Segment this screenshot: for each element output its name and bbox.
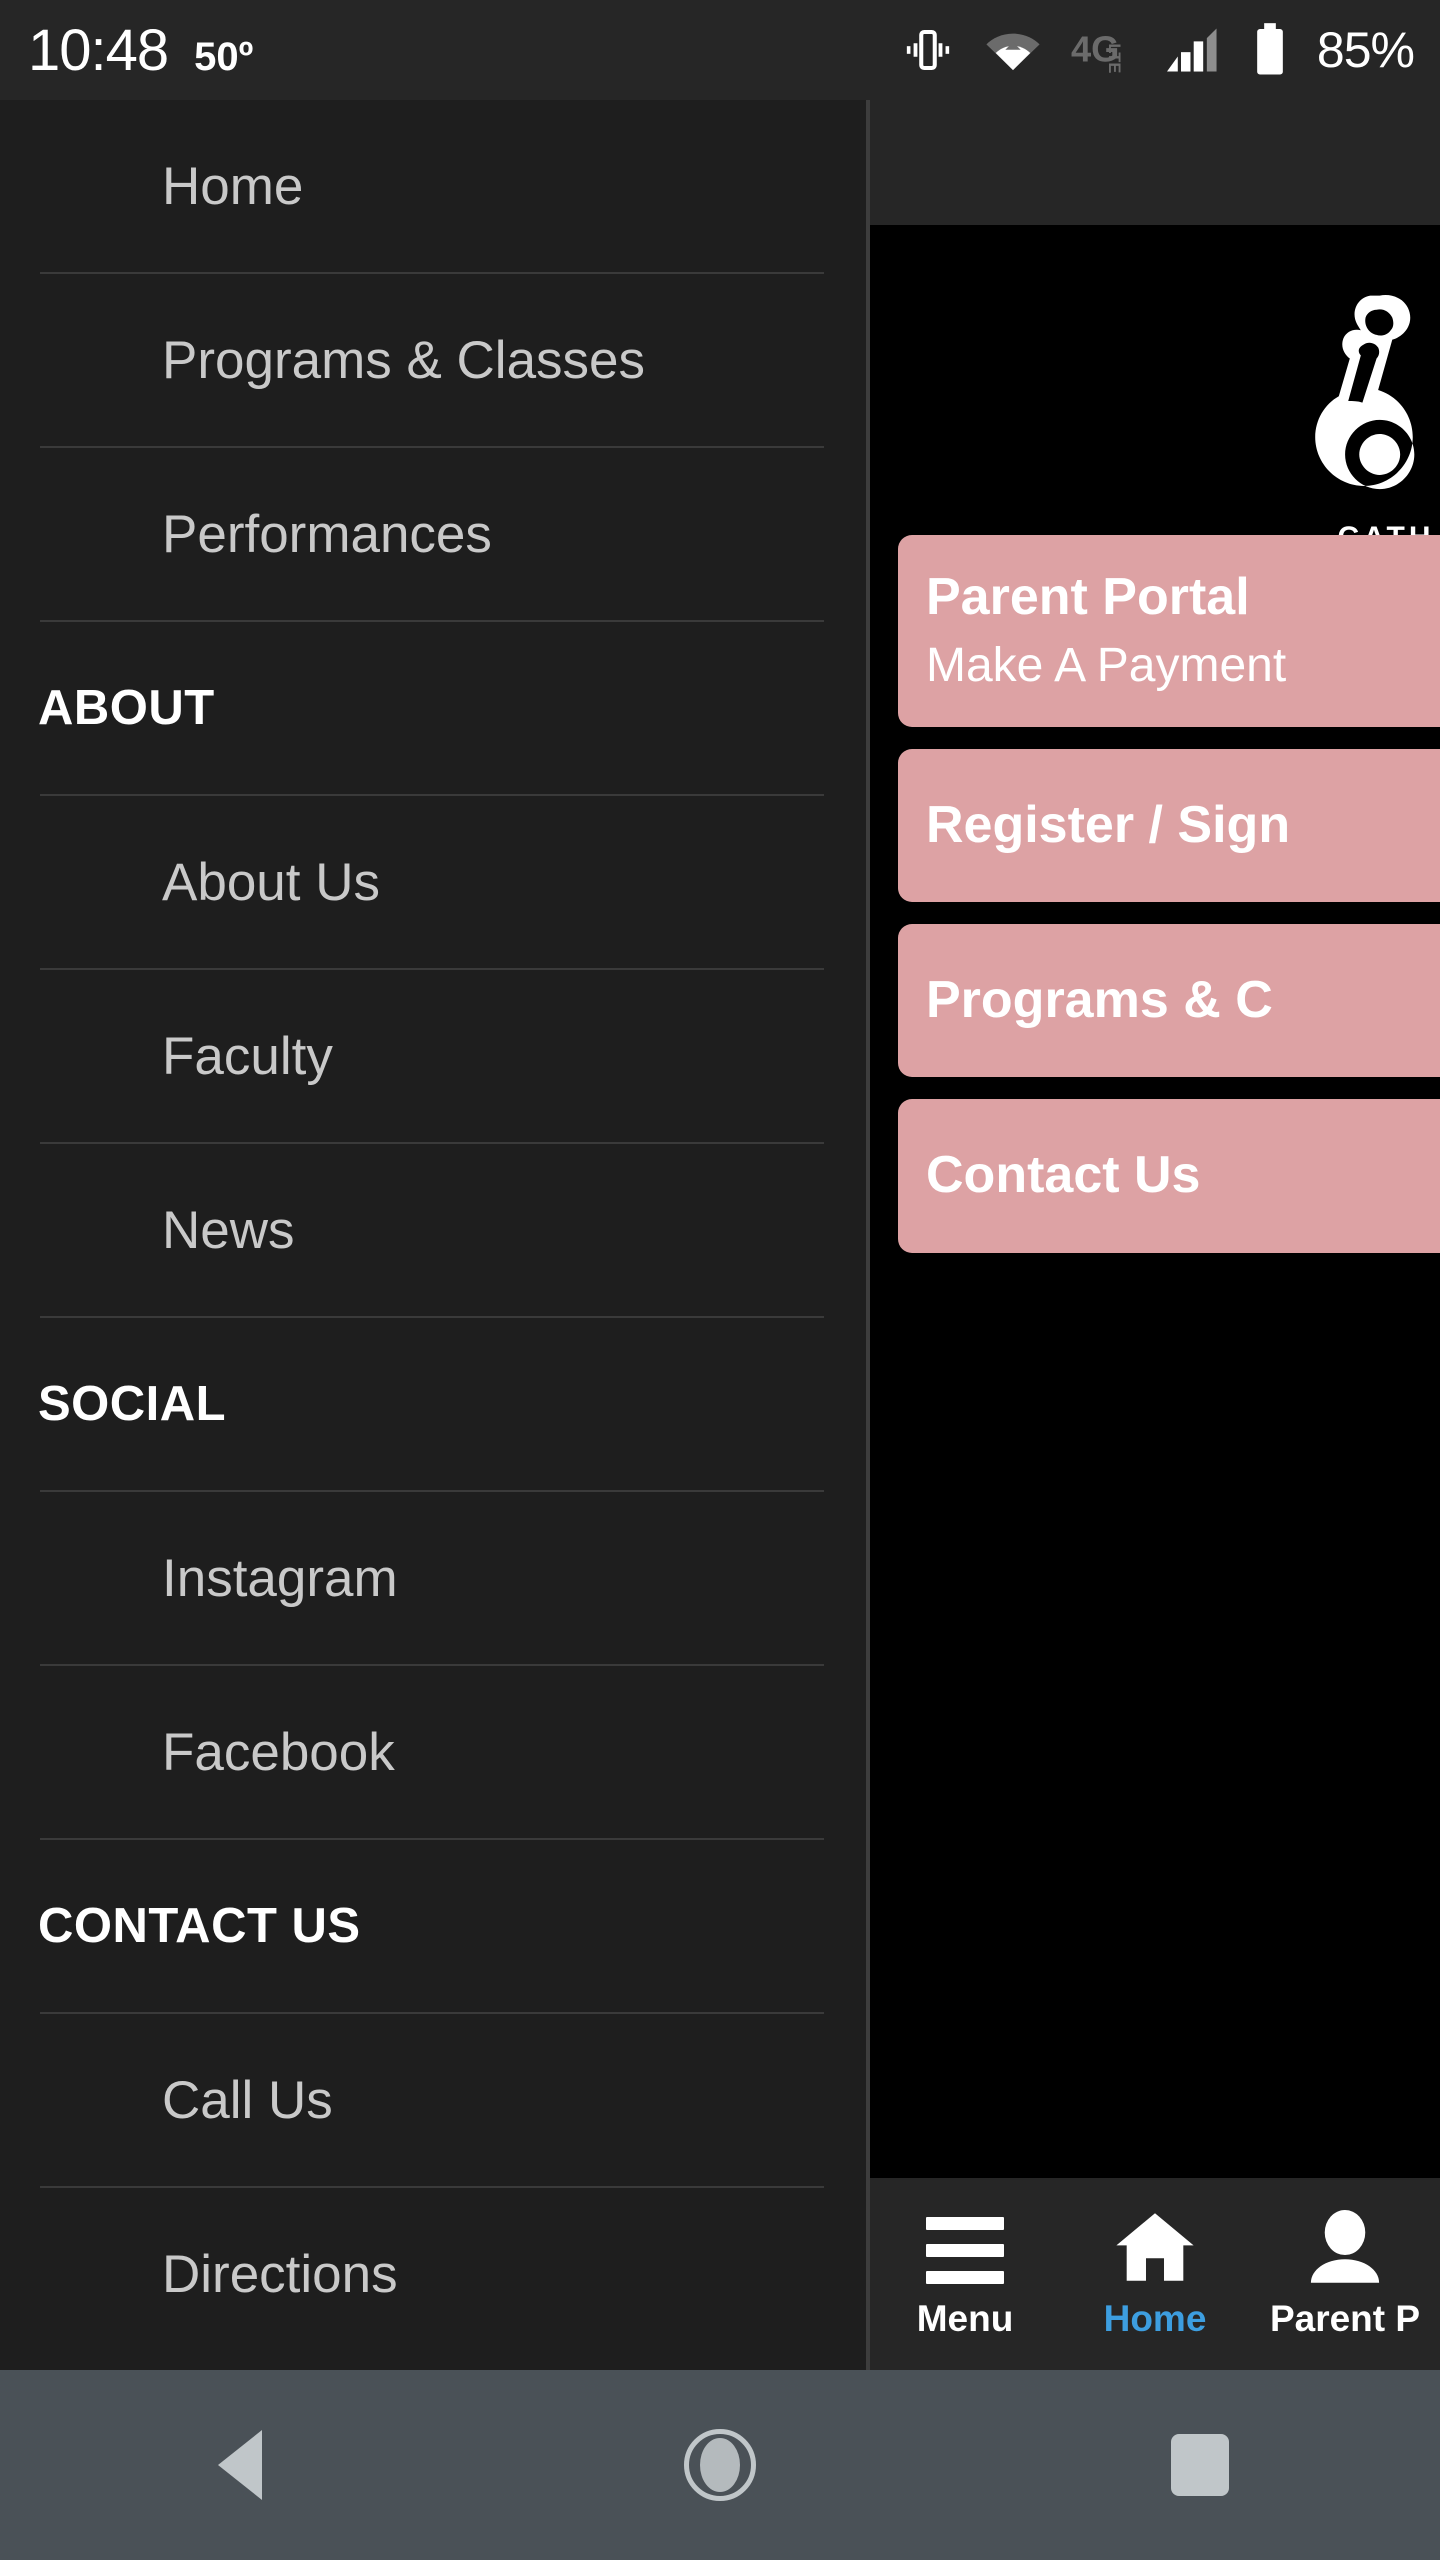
register-signin-title: Register / Sign (926, 795, 1291, 854)
parent-portal-title: Parent Portal (926, 568, 1250, 626)
hero-panel: CATH Parent Portal Make A Payment Regist… (870, 225, 1440, 2211)
drawer-item-home[interactable]: Home (0, 100, 866, 272)
drawer-label-directions: Directions (162, 2244, 398, 2304)
drawer-item-performances[interactable]: Performances (0, 448, 866, 620)
battery-percent: 85% (1316, 22, 1415, 78)
status-bar-right: 4G LTE 85% (901, 21, 1440, 79)
system-recents-button[interactable] (1100, 2434, 1300, 2496)
home-circle-icon (684, 2429, 756, 2501)
drawer-label-home: Home (162, 156, 304, 216)
drawer-section-label-about: ABOUT (38, 681, 215, 735)
drawer-item-directions[interactable]: Directions (0, 2188, 866, 2360)
drawer-label-call-us: Call Us (162, 2070, 333, 2130)
drawer-section-label-contact-us: CONTACT US (38, 1899, 361, 1953)
bottom-nav: Menu Home Parent P (870, 2178, 1440, 2370)
person-icon (1309, 2208, 1381, 2284)
phone-screen: 10:48 50º 4G LTE 85% Parent Portal Make … (0, 0, 1440, 2560)
bottom-nav-item-home[interactable]: Home (1060, 2178, 1250, 2370)
cta-button-stack: Parent Portal Make A Payment Register / … (898, 535, 1440, 1275)
system-home-button[interactable] (620, 2429, 820, 2501)
programs-classes-title: Programs & C (926, 971, 1273, 1030)
drawer-label-performances: Performances (162, 504, 492, 564)
bottom-nav-item-parent-portal[interactable]: Parent P (1250, 2178, 1440, 2370)
drawer-item-news[interactable]: News (0, 1144, 866, 1316)
bottom-nav-label-parent-portal: Parent P (1269, 2298, 1421, 2339)
programs-classes-button[interactable]: Programs & C (898, 924, 1440, 1078)
drawer-section-social: SOCIAL (0, 1318, 866, 1490)
site-logo: CATH (1236, 283, 1440, 573)
recents-square-icon (1171, 2434, 1229, 2496)
house-icon (1116, 2208, 1194, 2284)
4g-lte-icon: 4G LTE (1071, 27, 1137, 73)
clock: 10:48 (28, 17, 169, 83)
dancer-silhouette-icon (1315, 294, 1415, 490)
drawer-label-instagram: Instagram (162, 1548, 398, 1608)
signal-icon (1166, 24, 1223, 76)
drawer-item-faculty[interactable]: Faculty (0, 970, 866, 1142)
navigation-drawer: Home Programs & Classes Performances ABO… (0, 100, 870, 2370)
drawer-item-instagram[interactable]: Instagram (0, 1492, 866, 1664)
svg-text:LTE: LTE (1105, 43, 1123, 73)
temperature: 50º (194, 34, 254, 79)
drawer-label-faculty: Faculty (162, 1026, 333, 1086)
bottom-nav-label-home: Home (1103, 2298, 1207, 2339)
battery-icon (1253, 22, 1287, 78)
drawer-item-programs-classes[interactable]: Programs & Classes (0, 274, 866, 446)
system-navigation-bar (0, 2370, 1440, 2560)
drawer-item-facebook[interactable]: Facebook (0, 1666, 866, 1838)
vibrate-icon (901, 23, 955, 77)
drawer-label-programs-classes: Programs & Classes (162, 330, 646, 390)
hamburger-icon (926, 2208, 1004, 2284)
parent-portal-subtitle: Make A Payment (926, 639, 1287, 693)
contact-us-title: Contact Us (926, 1146, 1201, 1205)
drawer-section-label-social: SOCIAL (38, 1377, 227, 1431)
drawer-item-call-us[interactable]: Call Us (0, 2014, 866, 2186)
register-signin-button[interactable]: Register / Sign (898, 748, 1440, 903)
app-content: CATH Parent Portal Make A Payment Regist… (870, 100, 1440, 2370)
parent-portal-button[interactable]: Parent Portal Make A Payment (898, 535, 1440, 727)
system-back-button[interactable] (140, 2430, 340, 2500)
status-bar-left: 10:48 50º (0, 17, 253, 84)
contact-us-button[interactable]: Contact Us (898, 1099, 1440, 1253)
drawer-section-contact-us: CONTACT US (0, 1840, 866, 2012)
drawer-label-facebook: Facebook (162, 1722, 395, 1782)
drawer-item-about-us[interactable]: About Us (0, 796, 866, 968)
wifi-icon (985, 25, 1041, 75)
drawer-section-about: ABOUT (0, 622, 866, 794)
back-triangle-icon (218, 2430, 262, 2500)
bottom-nav-item-menu[interactable]: Menu (870, 2178, 1060, 2370)
drawer-label-about-us: About Us (162, 852, 381, 912)
bottom-nav-label-menu: Menu (916, 2298, 1014, 2339)
drawer-label-news: News (162, 1200, 295, 1260)
status-bar: 10:48 50º 4G LTE 85% (0, 0, 1440, 100)
